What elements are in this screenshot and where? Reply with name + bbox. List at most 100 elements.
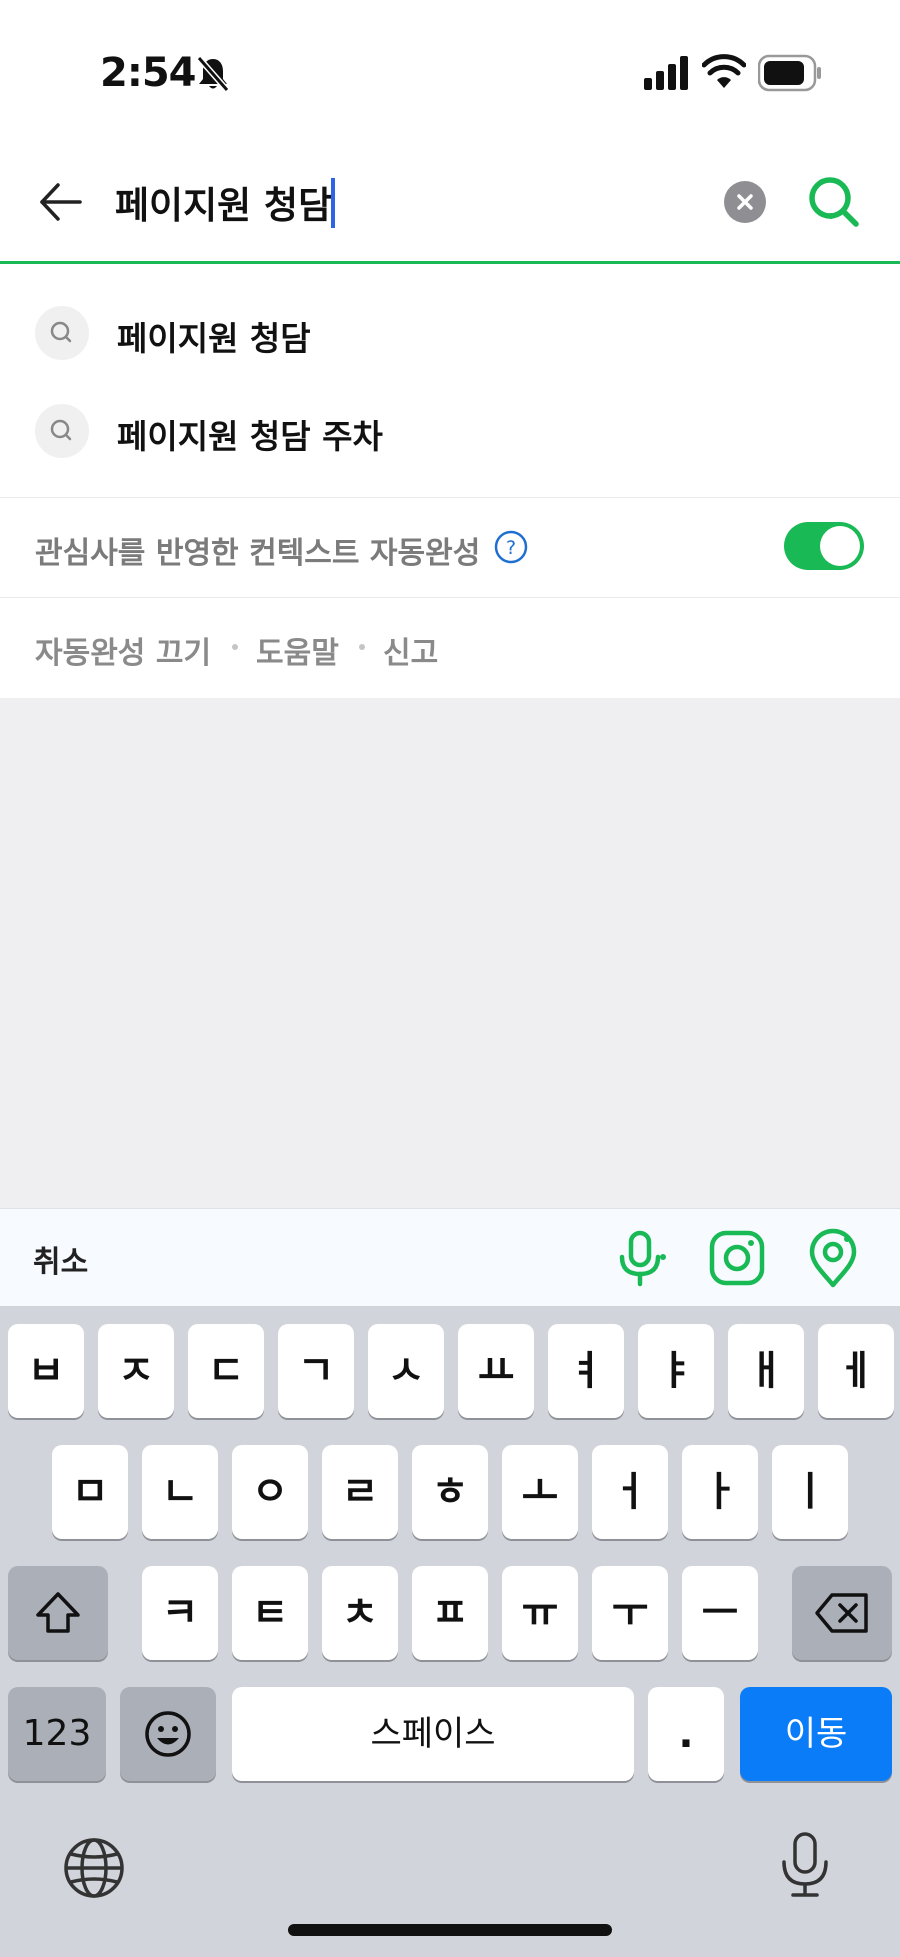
key-label: ㅗ: [521, 1469, 559, 1515]
microphone-icon[interactable]: [609, 1227, 671, 1289]
key-label: ㅏ: [701, 1469, 739, 1515]
key[interactable]: ㅕ: [548, 1324, 624, 1418]
key[interactable]: ㅂ: [8, 1324, 84, 1418]
key-label: ㅣ: [791, 1469, 829, 1515]
emoji-key[interactable]: [120, 1687, 216, 1781]
key[interactable]: ㅁ: [52, 1445, 128, 1539]
key[interactable]: ㄷ: [188, 1324, 264, 1418]
camera-lens-icon[interactable]: [706, 1227, 768, 1289]
numbers-key[interactable]: 123: [8, 1687, 106, 1781]
key-label: ㅠ: [521, 1590, 559, 1636]
key-label: ㅎ: [431, 1469, 469, 1515]
autocomplete-footer: 자동완성 끄기 도움말 신고: [0, 598, 900, 698]
backspace-icon: [815, 1593, 868, 1633]
context-autocomplete-label: 관심사를 반영한 컨텍스트 자동완성: [35, 536, 481, 571]
key-label: ㅓ: [611, 1469, 649, 1515]
key-label: ㅕ: [567, 1348, 605, 1394]
help-link[interactable]: 도움말: [256, 628, 339, 672]
fill-query-arrow-icon[interactable]: [830, 412, 870, 452]
key-label: ㅊ: [341, 1590, 379, 1636]
location-pin-icon[interactable]: [802, 1227, 864, 1289]
emoji-icon: [145, 1711, 191, 1757]
key-label: ㅡ: [701, 1590, 739, 1636]
key[interactable]: ㅣ: [772, 1445, 848, 1539]
cellular-signal-icon: [644, 56, 688, 90]
status-time: 2:54: [100, 50, 196, 96]
key[interactable]: ㅔ: [818, 1324, 894, 1418]
search-icon: [50, 419, 72, 441]
key-label: ㅂ: [27, 1348, 65, 1394]
key-label: ㅇ: [251, 1469, 289, 1515]
key[interactable]: ㄱ: [278, 1324, 354, 1418]
close-icon: [737, 194, 753, 210]
key[interactable]: ㅊ: [322, 1566, 398, 1660]
clear-search-button[interactable]: [724, 181, 766, 223]
search-input[interactable]: [115, 172, 675, 232]
key[interactable]: ㅜ: [592, 1566, 668, 1660]
go-key[interactable]: 이동: [740, 1687, 892, 1781]
suggestion-item[interactable]: 페이지원 청담: [0, 284, 900, 382]
key[interactable]: ㅑ: [638, 1324, 714, 1418]
bell-muted-icon: [196, 56, 230, 92]
key[interactable]: ㅌ: [232, 1566, 308, 1660]
period-key[interactable]: .: [648, 1687, 724, 1781]
key[interactable]: ㅠ: [502, 1566, 578, 1660]
key[interactable]: ㅗ: [502, 1445, 578, 1539]
key[interactable]: ㅡ: [682, 1566, 758, 1660]
key-label: ㅅ: [387, 1348, 425, 1394]
shift-arrow-icon: [36, 1592, 80, 1633]
suggestion-search-icon: [35, 404, 89, 458]
cancel-button[interactable]: 취소: [33, 1237, 88, 1281]
help-icon[interactable]: ?: [494, 530, 528, 564]
key-label: 123: [22, 1713, 92, 1754]
context-autocomplete-toggle[interactable]: [784, 522, 864, 570]
key-label: 이동: [784, 1714, 848, 1754]
status-bar: 2:54: [0, 0, 900, 130]
key[interactable]: ㅍ: [412, 1566, 488, 1660]
suggestion-label: 페이지원 청담 주차: [117, 417, 383, 456]
key-label: .: [678, 1711, 694, 1757]
toggle-knob: [820, 526, 860, 566]
separator-dot: [359, 644, 365, 650]
fill-query-arrow-icon[interactable]: [830, 314, 870, 354]
context-autocomplete-row: 관심사를 반영한 컨텍스트 자동완성 ?: [0, 498, 900, 598]
backspace-key[interactable]: [792, 1566, 892, 1660]
key[interactable]: ㅐ: [728, 1324, 804, 1418]
key[interactable]: ㄴ: [142, 1445, 218, 1539]
key[interactable]: ㅋ: [142, 1566, 218, 1660]
key[interactable]: ㅏ: [682, 1445, 758, 1539]
key-label: ㅌ: [251, 1590, 289, 1636]
key-label: ㅜ: [611, 1590, 649, 1636]
globe-icon[interactable]: [62, 1836, 126, 1900]
report-link[interactable]: 신고: [383, 628, 438, 672]
key[interactable]: ㅇ: [232, 1445, 308, 1539]
key-label: ㅋ: [161, 1590, 199, 1636]
key[interactable]: ㄹ: [322, 1445, 398, 1539]
key-label: ㄹ: [341, 1469, 379, 1515]
search-icon[interactable]: [804, 172, 864, 232]
battery-icon: [758, 54, 821, 92]
svg-text:?: ?: [506, 537, 516, 559]
back-arrow-icon[interactable]: [34, 175, 88, 229]
shift-key[interactable]: [8, 1566, 108, 1660]
key-label: ㅔ: [837, 1348, 875, 1394]
key[interactable]: ㅛ: [458, 1324, 534, 1418]
key-label: ㅛ: [477, 1348, 515, 1394]
key-label: 스페이스: [370, 1714, 496, 1754]
key-label: ㅁ: [71, 1469, 109, 1515]
empty-content-area: [0, 698, 900, 1208]
suggestion-item[interactable]: 페이지원 청담 주차: [0, 382, 900, 480]
dictation-microphone-icon[interactable]: [775, 1830, 835, 1900]
suggestion-search-icon: [35, 306, 89, 360]
home-indicator[interactable]: [288, 1924, 612, 1936]
autocomplete-off-link[interactable]: 자동완성 끄기: [35, 628, 211, 672]
space-key[interactable]: 스페이스: [232, 1687, 634, 1781]
search-header: [0, 150, 900, 264]
key[interactable]: ㅓ: [592, 1445, 668, 1539]
key[interactable]: ㅅ: [368, 1324, 444, 1418]
keyboard-accessory-bar: 취소: [0, 1208, 900, 1306]
key[interactable]: ㅎ: [412, 1445, 488, 1539]
key-label: ㅈ: [117, 1348, 155, 1394]
separator-dot: [232, 644, 238, 650]
key[interactable]: ㅈ: [98, 1324, 174, 1418]
